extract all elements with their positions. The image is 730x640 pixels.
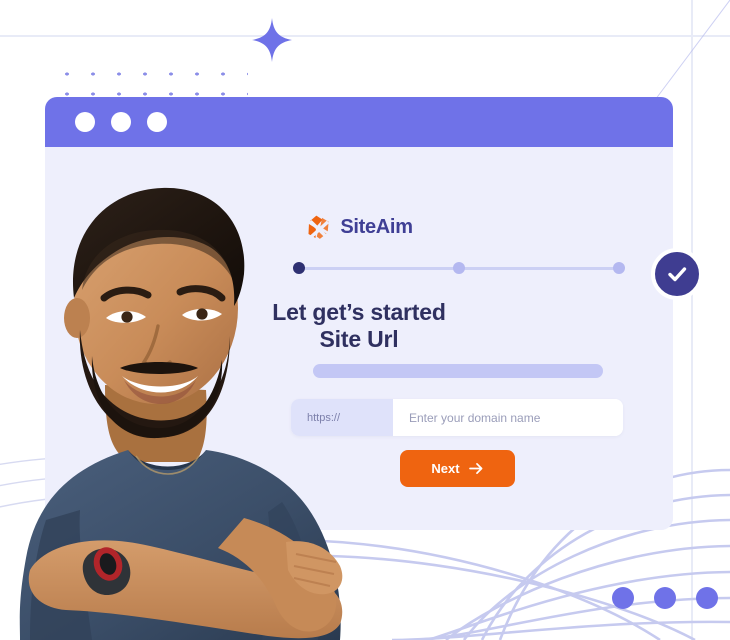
stepper-dot-2[interactable]: [453, 262, 465, 274]
four-point-star-icon: [252, 18, 292, 62]
window-minimize-button[interactable]: [111, 112, 131, 132]
next-button[interactable]: Next: [400, 450, 515, 487]
stepper-dot-3[interactable]: [613, 262, 625, 274]
page-root: SiteAim Let get’s started Site Url https…: [0, 0, 730, 640]
window-maximize-button[interactable]: [147, 112, 167, 132]
window-close-button[interactable]: [75, 112, 95, 132]
check-icon: [668, 267, 687, 282]
pupil-right: [196, 308, 208, 320]
window-titlebar: [45, 97, 673, 147]
bottom-right-dot-2: [654, 587, 676, 609]
ear: [64, 298, 90, 338]
bottom-right-dot-group: [612, 587, 718, 609]
pupil-left: [121, 311, 133, 323]
status-badge-check: [651, 248, 703, 300]
hero-photo-person: [0, 150, 380, 640]
person-illustration: [19, 187, 343, 640]
bottom-right-dot-1: [612, 587, 634, 609]
arrow-right-icon: [468, 463, 483, 474]
bottom-right-dot-3: [696, 587, 718, 609]
next-button-label: Next: [431, 461, 460, 476]
domain-name-input[interactable]: [393, 399, 623, 436]
